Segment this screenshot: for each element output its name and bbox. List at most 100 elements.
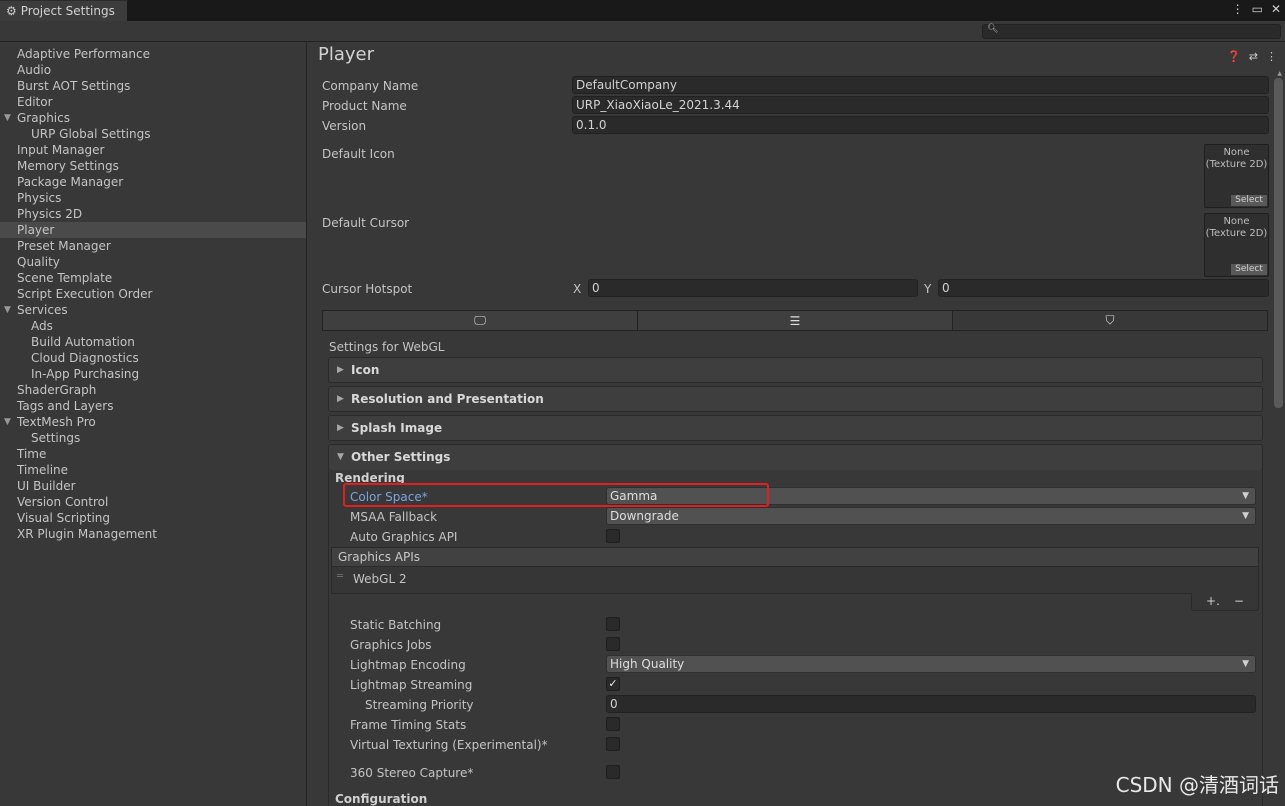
chevron-down-icon: ▼	[1242, 491, 1249, 501]
sidebar-item[interactable]: UI Builder	[0, 478, 306, 494]
dropdown-value: Downgrade	[610, 509, 679, 523]
lightmap-encoding-dropdown[interactable]: High Quality ▼	[606, 655, 1256, 673]
remove-icon[interactable]: −	[1234, 593, 1244, 610]
sidebar-item-label: Physics 2D	[17, 207, 83, 221]
section-label: Splash Image	[351, 421, 443, 435]
graphics-jobs-label: Graphics Jobs	[350, 638, 432, 652]
graphics-jobs-checkbox[interactable]	[606, 637, 620, 651]
sidebar-item[interactable]: Script Execution Order	[0, 286, 306, 302]
sidebar: Adaptive Performance Audio Burst AOT Setti…	[0, 42, 307, 806]
sidebar-item[interactable]: Memory Settings	[0, 158, 306, 174]
help-icon[interactable]: ❓	[1227, 50, 1241, 63]
annotation-highlight	[343, 483, 769, 507]
sidebar-item-label: Input Manager	[17, 143, 105, 157]
static-batching-checkbox[interactable]	[606, 617, 620, 631]
tab-standalone[interactable]: 🖵︎	[323, 311, 638, 330]
sidebar-item[interactable]: Build Automation	[0, 334, 306, 350]
scrollbar[interactable]	[1274, 78, 1283, 408]
sidebar-item[interactable]: Version Control	[0, 494, 306, 510]
sidebar-item[interactable]: Time	[0, 446, 306, 462]
tab-server[interactable]: ☰	[638, 311, 953, 330]
sidebar-item[interactable]: ▼ TextMesh Pro	[0, 414, 306, 430]
sidebar-item[interactable]: Package Manager	[0, 174, 306, 190]
frame-timing-stats-label: Frame Timing Stats	[350, 718, 467, 732]
scroll-up-icon[interactable]: ▲	[1277, 70, 1282, 77]
stereo-capture-checkbox[interactable]	[606, 765, 620, 779]
server-icon: ☰	[789, 313, 801, 328]
player-panel: Player ❓ ⇄ ⋮ ▲ Company Name DefaultCompa…	[308, 42, 1285, 806]
version-field[interactable]: 0.1.0	[572, 116, 1269, 134]
sidebar-item[interactable]: In-App Purchasing	[0, 366, 306, 382]
drag-handle-icon[interactable]: ═	[337, 571, 343, 582]
msaa-fallback-dropdown[interactable]: Downgrade ▼	[606, 507, 1256, 525]
hotspot-y-field[interactable]: 0	[938, 279, 1269, 297]
chevron-down-icon: ▼	[1242, 511, 1249, 521]
add-icon[interactable]: +.	[1206, 593, 1220, 610]
hotspot-x-field[interactable]: 0	[588, 279, 918, 297]
list-footer: +. −	[1191, 593, 1259, 611]
sidebar-item[interactable]: Editor	[0, 94, 306, 110]
select-button[interactable]: Select	[1231, 264, 1267, 275]
section-splash[interactable]: ▶ Splash Image	[328, 415, 1263, 441]
tab-webgl[interactable]: ⛉	[953, 311, 1267, 330]
sidebar-item[interactable]: Scene Template	[0, 270, 306, 286]
lightmap-streaming-checkbox[interactable]: ✓	[606, 677, 620, 691]
sidebar-item[interactable]: Quality	[0, 254, 306, 270]
virtual-texturing-checkbox[interactable]	[606, 737, 620, 751]
sidebar-item[interactable]: Visual Scripting	[0, 510, 306, 526]
sidebar-item-label: Audio	[17, 63, 52, 77]
sidebar-item-label: Physics	[17, 191, 62, 205]
streaming-priority-field[interactable]: 0	[606, 695, 1256, 713]
sidebar-item[interactable]: Timeline	[0, 462, 306, 478]
sidebar-item[interactable]: Physics	[0, 190, 306, 206]
sidebar-item[interactable]: Ads	[0, 318, 306, 334]
graphics-apis-header: Graphics APIs	[331, 547, 1259, 567]
auto-graphics-api-checkbox[interactable]	[606, 529, 620, 543]
sidebar-item-label: ShaderGraph	[17, 383, 97, 397]
sidebar-item[interactable]: Audio	[0, 62, 306, 78]
foldout-arrow-icon[interactable]: ▼	[4, 110, 11, 126]
search-input[interactable]: 🔍︎	[982, 24, 1281, 39]
default-cursor-field[interactable]: None (Texture 2D) Select	[1204, 213, 1269, 277]
maximize-icon[interactable]: ▭	[1252, 2, 1263, 16]
select-button[interactable]: Select	[1231, 195, 1267, 206]
kebab-icon[interactable]: ⋮	[1232, 2, 1244, 16]
sidebar-item[interactable]: ▼ Graphics	[0, 110, 306, 126]
sidebar-item[interactable]: Burst AOT Settings	[0, 78, 306, 94]
tab-project-settings[interactable]: ⚙ Project Settings	[0, 0, 128, 21]
sidebar-item[interactable]: Adaptive Performance	[0, 46, 306, 62]
sidebar-item[interactable]: ShaderGraph	[0, 382, 306, 398]
version-label: Version	[322, 119, 367, 133]
object-type-text: (Texture 2D)	[1205, 228, 1268, 239]
virtual-texturing-label: Virtual Texturing (Experimental)*	[350, 738, 548, 752]
section-resolution[interactable]: ▶ Resolution and Presentation	[328, 386, 1263, 412]
sidebar-item-label: Player	[17, 223, 55, 237]
preset-icon[interactable]: ⇄	[1249, 50, 1258, 63]
sidebar-item[interactable]: Player	[0, 222, 306, 238]
gear-icon: ⚙	[6, 4, 17, 18]
product-name-field[interactable]: URP_XiaoXiaoLe_2021.3.44	[572, 96, 1269, 114]
close-icon[interactable]: ✕	[1271, 2, 1281, 16]
sidebar-item[interactable]: Preset Manager	[0, 238, 306, 254]
kebab-icon[interactable]: ⋮	[1266, 50, 1277, 63]
sidebar-item-label: Editor	[17, 95, 53, 109]
section-icon[interactable]: ▶ Icon	[328, 357, 1263, 383]
sidebar-item[interactable]: ▼ Services	[0, 302, 306, 318]
sidebar-item[interactable]: Cloud Diagnostics	[0, 350, 306, 366]
sidebar-item[interactable]: Tags and Layers	[0, 398, 306, 414]
frame-timing-stats-checkbox[interactable]	[606, 717, 620, 731]
sidebar-item[interactable]: XR Plugin Management	[0, 526, 306, 542]
sidebar-item[interactable]: URP Global Settings	[0, 126, 306, 142]
foldout-arrow-icon[interactable]: ▼	[4, 414, 11, 430]
search-row: 🔍︎	[0, 21, 1285, 42]
sidebar-item[interactable]: Physics 2D	[0, 206, 306, 222]
sidebar-item[interactable]: Input Manager	[0, 142, 306, 158]
company-name-field[interactable]: DefaultCompany	[572, 76, 1269, 94]
section-other[interactable]: ▼ Other Settings	[328, 444, 1263, 470]
graphics-api-item[interactable]: WebGL 2	[353, 572, 407, 586]
foldout-arrow-icon[interactable]: ▼	[4, 302, 11, 318]
default-icon-field[interactable]: None (Texture 2D) Select	[1204, 144, 1269, 208]
monitor-icon: 🖵︎	[474, 313, 486, 327]
sidebar-item[interactable]: Settings	[0, 430, 306, 446]
sidebar-item-label: Adaptive Performance	[17, 47, 150, 61]
